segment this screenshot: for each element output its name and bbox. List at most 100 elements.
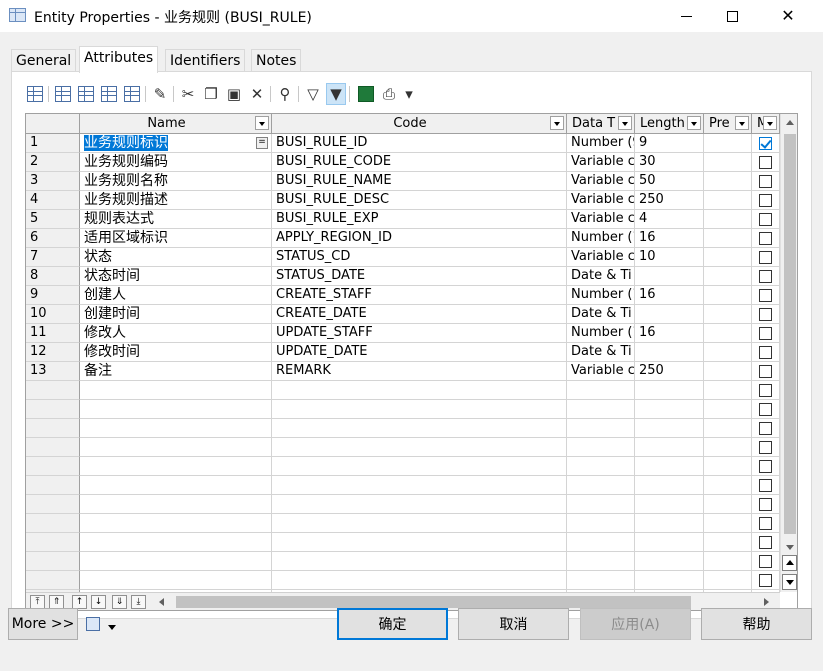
cell-name[interactable]: [80, 533, 272, 552]
cell-name[interactable]: [80, 552, 272, 571]
table-row[interactable]: 10 创建时间 CREATE_DATE Date & Ti: [26, 305, 780, 324]
move-row-down-icon[interactable]: ↓: [91, 595, 106, 609]
cell-name[interactable]: [80, 457, 272, 476]
cell-precision[interactable]: [704, 286, 752, 305]
cell-datatype[interactable]: [567, 571, 635, 590]
cell-code[interactable]: STATUS_CD: [272, 248, 567, 267]
find-button[interactable]: ⚲: [275, 83, 295, 105]
table-row[interactable]: [26, 571, 780, 590]
mandatory-checkbox[interactable]: [759, 460, 772, 473]
cell-length[interactable]: [635, 571, 704, 590]
cell-code[interactable]: BUSI_RULE_CODE: [272, 153, 567, 172]
cell-precision[interactable]: [704, 400, 752, 419]
cell-code[interactable]: CREATE_STAFF: [272, 286, 567, 305]
table-row[interactable]: [26, 457, 780, 476]
cell-length[interactable]: 16: [635, 324, 704, 343]
cell-precision[interactable]: [704, 343, 752, 362]
cell-name[interactable]: [80, 438, 272, 457]
cell-mandatory[interactable]: [752, 552, 780, 571]
table-row[interactable]: 12 修改时间 UPDATE_DATE Date & Ti: [26, 343, 780, 362]
cell-datatype[interactable]: Number (1: [567, 286, 635, 305]
cell-datatype[interactable]: [567, 457, 635, 476]
table-row[interactable]: 9 创建人 CREATE_STAFF Number (1 16: [26, 286, 780, 305]
dropdown-arrow-icon[interactable]: [255, 116, 269, 130]
cell-precision[interactable]: [704, 191, 752, 210]
properties-button[interactable]: [25, 83, 45, 105]
mandatory-checkbox[interactable]: [759, 555, 772, 568]
move-bottom-icon[interactable]: ⤓: [131, 595, 146, 609]
table-row[interactable]: 3 业务规则名称 BUSI_RULE_NAME Variable c 50: [26, 172, 780, 191]
dropdown-arrow-icon[interactable]: [618, 116, 632, 130]
table-row[interactable]: [26, 438, 780, 457]
cell-datatype[interactable]: [567, 419, 635, 438]
cell-name[interactable]: [80, 514, 272, 533]
cell-length[interactable]: 9: [635, 134, 704, 153]
close-button[interactable]: ✕: [765, 0, 811, 32]
filter-button[interactable]: ▽: [303, 83, 323, 105]
cell-datatype[interactable]: Variable c: [567, 172, 635, 191]
scroll-up-icon[interactable]: [786, 120, 794, 125]
cell-length[interactable]: 50: [635, 172, 704, 191]
cell-name[interactable]: 修改时间: [80, 343, 272, 362]
cell-length[interactable]: 16: [635, 229, 704, 248]
cell-datatype[interactable]: Number (1: [567, 324, 635, 343]
table-row[interactable]: [26, 400, 780, 419]
cell-name[interactable]: [80, 381, 272, 400]
cell-datatype[interactable]: [567, 514, 635, 533]
dropdown-arrow-icon[interactable]: [763, 116, 777, 130]
copy-button[interactable]: ❐: [201, 83, 221, 105]
mandatory-checkbox[interactable]: [759, 289, 772, 302]
vertical-scroll-thumb[interactable]: [784, 134, 796, 534]
cancel-button[interactable]: 取消: [458, 608, 569, 640]
cell-datatype[interactable]: [567, 400, 635, 419]
cell-name[interactable]: 适用区域标识: [80, 229, 272, 248]
cell-mandatory[interactable]: [752, 286, 780, 305]
cell-length[interactable]: 250: [635, 362, 704, 381]
table-row[interactable]: [26, 476, 780, 495]
cell-datatype[interactable]: [567, 381, 635, 400]
cell-datatype[interactable]: Number (9: [567, 134, 635, 153]
column-header-length[interactable]: Length: [635, 114, 704, 134]
cell-name[interactable]: 创建时间: [80, 305, 272, 324]
cell-precision[interactable]: [704, 305, 752, 324]
add-attributes-button[interactable]: [99, 83, 119, 105]
mandatory-checkbox[interactable]: [759, 479, 772, 492]
mandatory-checkbox[interactable]: [759, 270, 772, 283]
excel-export-button[interactable]: [356, 83, 376, 105]
table-row[interactable]: [26, 381, 780, 400]
cell-mandatory[interactable]: [752, 324, 780, 343]
mandatory-checkbox[interactable]: [759, 422, 772, 435]
mandatory-checkbox[interactable]: [759, 536, 772, 549]
table-row[interactable]: 4 业务规则描述 BUSI_RULE_DESC Variable c 250: [26, 191, 780, 210]
table-row[interactable]: 5 规则表达式 BUSI_RULE_EXP Variable c4: [26, 210, 780, 229]
cell-length[interactable]: 10: [635, 248, 704, 267]
cell-code[interactable]: [272, 457, 567, 476]
cell-mandatory[interactable]: [752, 476, 780, 495]
table-row[interactable]: [26, 495, 780, 514]
cell-mandatory[interactable]: [752, 210, 780, 229]
mandatory-checkbox[interactable]: [759, 441, 772, 454]
cell-precision[interactable]: [704, 267, 752, 286]
cell-name[interactable]: 创建人: [80, 286, 272, 305]
cell-mandatory[interactable]: [752, 419, 780, 438]
cell-name[interactable]: 业务规则名称: [80, 172, 272, 191]
cell-code[interactable]: BUSI_RULE_ID: [272, 134, 567, 153]
cell-precision[interactable]: [704, 514, 752, 533]
cell-name[interactable]: 备注: [80, 362, 272, 381]
move-page-up-icon[interactable]: ⇑: [49, 595, 64, 609]
tab-attributes[interactable]: Attributes: [79, 46, 159, 73]
cell-datatype[interactable]: Number (1: [567, 229, 635, 248]
cell-datatype[interactable]: [567, 476, 635, 495]
cell-datatype[interactable]: [567, 438, 635, 457]
cell-precision[interactable]: [704, 153, 752, 172]
mandatory-checkbox[interactable]: [759, 346, 772, 359]
cell-datatype[interactable]: [567, 533, 635, 552]
cell-length[interactable]: 16: [635, 286, 704, 305]
ok-button[interactable]: 确定: [337, 608, 448, 640]
insert-row-button[interactable]: [53, 83, 73, 105]
cell-mandatory[interactable]: [752, 191, 780, 210]
cell-name[interactable]: 业务规则描述: [80, 191, 272, 210]
cell-name[interactable]: 业务规则标识 =: [80, 134, 272, 153]
cell-precision[interactable]: [704, 457, 752, 476]
cell-name[interactable]: [80, 495, 272, 514]
